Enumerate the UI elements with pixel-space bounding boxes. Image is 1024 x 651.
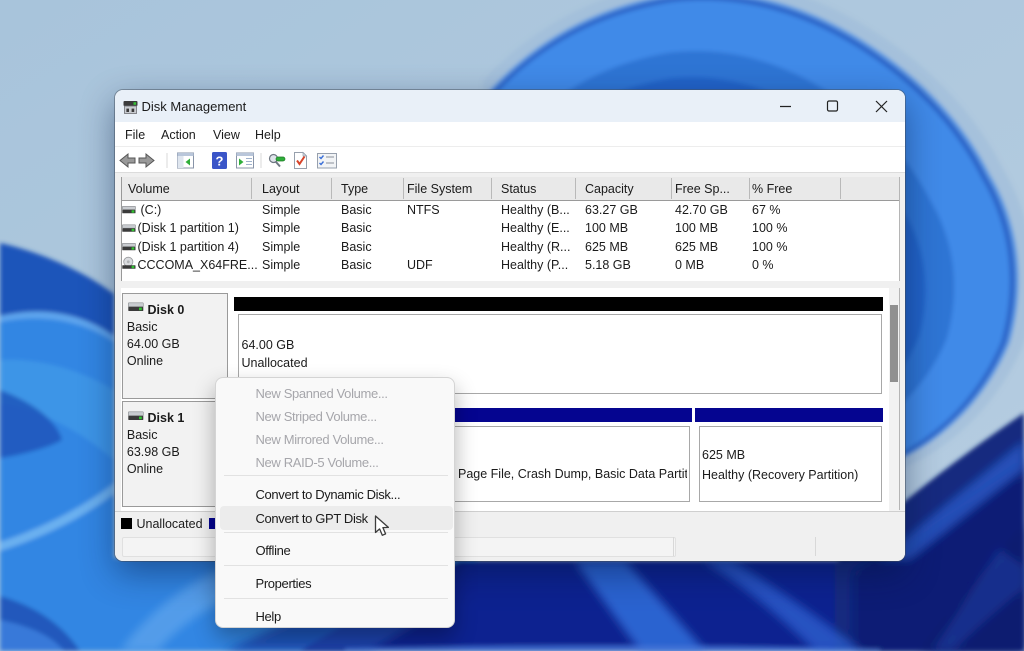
svg-text:?: ? — [215, 154, 223, 169]
